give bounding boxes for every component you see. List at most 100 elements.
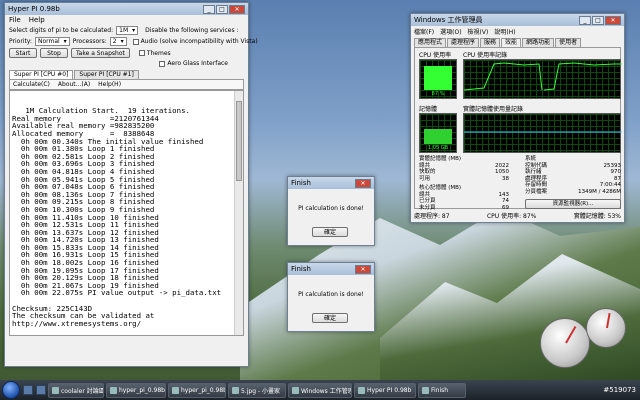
console-line: 0h 00m 22.075s PI value output -> pi_dat… <box>12 288 222 298</box>
taskmgr-tab[interactable]: 應用程式 <box>414 38 447 47</box>
taskmgr-tab[interactable]: 處理程序 <box>447 38 480 47</box>
gauge-needle <box>606 312 611 329</box>
taskmgr-titlebar[interactable]: Windows 工作管理員 _ □ ✕ <box>411 14 624 26</box>
menu-calculate[interactable]: Calculate(C) <box>13 81 50 88</box>
audio-option[interactable]: Audio (solve incompatibility with Vista) <box>132 38 258 45</box>
digits-value: 1M <box>119 26 129 34</box>
status-cpu: CPU 使用率: 87% <box>486 213 537 220</box>
minimize-button[interactable]: _ <box>203 4 215 14</box>
taskbar-button[interactable]: Finish <box>418 382 466 398</box>
processors-label: Processors: <box>72 38 107 45</box>
close-button[interactable]: ✕ <box>355 264 371 274</box>
priority-label: Priority: <box>9 38 32 45</box>
cpu-history-lines <box>463 62 622 91</box>
menu-about[interactable]: About...(A) <box>58 81 90 88</box>
cpu-meter-gadget[interactable] <box>540 318 590 368</box>
taskmgr-tab[interactable]: 使用者 <box>555 38 582 47</box>
performance-panel: CPU 使用率 87 % CPU 使用率記錄 記憶體 1.05 GB 實體記憶體… <box>414 47 622 211</box>
tab-cpu1[interactable]: Super PI [CPU #1] <box>74 70 139 79</box>
menu-item[interactable]: 檢視(V) <box>468 27 489 36</box>
menu-item[interactable]: 選項(O) <box>440 27 461 36</box>
cpu-usage-label: CPU 使用率 <box>419 52 452 59</box>
close-button[interactable]: ✕ <box>229 4 245 14</box>
dialog-titlebar[interactable]: Finish ✕ <box>288 263 374 275</box>
snapshot-button[interactable]: Take a Snapshot <box>71 48 130 58</box>
console-scrollbar[interactable] <box>234 91 243 335</box>
taskbar-button-label: hyper_pi_0.98b <box>119 386 165 394</box>
dialog-message: PI calculation is done! <box>298 291 364 298</box>
taskmgr-window: Windows 工作管理員 _ □ ✕ 檔案(F) 選項(O) 檢視(V) 說明… <box>410 13 625 223</box>
taskbar-button[interactable]: hyper_pi_0.98b <box>168 382 226 398</box>
stop-button[interactable]: Stop <box>40 48 68 58</box>
taskbar-button[interactable]: Hyper PI 0.98b <box>354 382 416 398</box>
dialog-title: Finish <box>291 179 311 187</box>
gauge-needle <box>565 325 577 344</box>
close-button[interactable]: ✕ <box>605 15 621 25</box>
menu-file[interactable]: File <box>9 16 21 24</box>
themes-label: Themes <box>146 49 171 57</box>
cpu-usage-value: 87 % <box>431 91 445 97</box>
taskmgr-tabs: 應用程式 處理程序 服務 效能 網路功能 使用者 <box>411 37 624 47</box>
audio-checkbox[interactable] <box>132 38 139 45</box>
memory-value: 1.05 GB <box>427 145 449 151</box>
menu-help2[interactable]: Help(H) <box>98 81 121 88</box>
taskmgr-statusbar: 處理程序: 87 CPU 使用率: 87% 實體記憶體: 53% <box>414 211 621 220</box>
hyperpi-titlebar[interactable]: Hyper PI 0.98b _ □ ✕ <box>5 3 248 15</box>
taskbar-items: coolaler 討論區 hyper_pi_0.98b hyper_pi_0.98b… <box>48 382 466 398</box>
app-icon <box>422 386 429 394</box>
close-button[interactable]: ✕ <box>355 178 371 188</box>
start-button[interactable]: Start <box>9 48 37 58</box>
app-icon <box>292 386 299 394</box>
minimize-button[interactable]: _ <box>579 15 591 25</box>
taskmgr-tab[interactable]: 網路功能 <box>522 38 555 47</box>
taskbar: coolaler 討論區 hyper_pi_0.98b hyper_pi_0.98b… <box>0 380 640 400</box>
tab-cpu0[interactable]: Super PI [CPU #0] <box>9 70 74 79</box>
maximize-button[interactable]: □ <box>592 15 604 25</box>
ok-button[interactable]: 確定 <box>312 227 348 237</box>
status-memory: 實體記憶體: 53% <box>573 213 621 220</box>
resource-monitor-button[interactable]: 資源監視器(R)... <box>525 199 621 209</box>
window-controls: ✕ <box>355 264 371 274</box>
system-tray: #519073 <box>603 386 640 394</box>
memory-bar <box>424 129 452 144</box>
maximize-button[interactable]: □ <box>216 4 228 14</box>
audio-label: Audio (solve incompatibility with Vista) <box>140 38 258 45</box>
themes-option[interactable]: Themes <box>138 49 171 57</box>
taskmgr-tab[interactable]: 服務 <box>480 38 501 47</box>
processors-select[interactable]: 2 ▾ <box>109 37 127 46</box>
taskmgr-tab[interactable]: 效能 <box>501 38 522 47</box>
scrollbar-thumb[interactable] <box>236 101 242 181</box>
dialog-titlebar[interactable]: Finish ✕ <box>288 177 374 189</box>
app-icon <box>232 386 239 394</box>
hyperpi-window: Hyper PI 0.98b _ □ ✕ File Help Select di… <box>4 2 258 367</box>
priority-select[interactable]: Normal ▾ <box>34 37 70 46</box>
ok-button[interactable]: 確定 <box>312 313 348 323</box>
stat-label: 分頁檔案 <box>525 188 548 195</box>
menu-help[interactable]: Help <box>29 16 45 24</box>
taskbar-button-label: 5.jpg - 小畫家 <box>241 387 280 395</box>
themes-checkbox[interactable] <box>138 50 145 56</box>
menu-item[interactable]: 檔案(F) <box>414 27 434 36</box>
start-button[interactable] <box>2 381 20 399</box>
aero-checkbox[interactable] <box>159 60 166 67</box>
cpu-history-label: CPU 使用率記錄 <box>463 52 508 59</box>
quicklaunch-icon[interactable] <box>36 385 46 395</box>
taskbar-button[interactable]: coolaler 討論區 <box>48 382 104 398</box>
quicklaunch-icon[interactable] <box>23 385 33 395</box>
hyperpi-menubar: File Help <box>5 15 248 25</box>
output-console[interactable]: 1M Calculation Start. 19 iterations. Real… <box>9 90 244 336</box>
taskbar-button[interactable]: Windows 工作管理員 <box>288 382 352 398</box>
digits-select[interactable]: 1M ▾ <box>116 26 139 35</box>
physical-memory-rows: 總共 2022 快取的 1050 可用 38 <box>419 163 509 183</box>
app-icon <box>52 386 59 394</box>
taskbar-button[interactable]: hyper_pi_0.98b <box>106 382 166 398</box>
menu-item[interactable]: 說明(H) <box>494 27 515 36</box>
memory-meter-gadget[interactable] <box>586 308 626 348</box>
taskbar-button[interactable]: 5.jpg - 小畫家 <box>228 382 286 398</box>
system-rows: 控制代碼 25393 執行緒 970 處理程序 87 存留時間 7:00:44 分頁檔案 1349… <box>525 163 621 196</box>
window-controls: ✕ <box>355 178 371 188</box>
aero-option[interactable]: Aero Glass Interface <box>159 60 228 67</box>
system-stats: 系統 控制代碼 25393 執行緒 970 處理程序 87 存留時間 7:00:44 分頁檔案 1… <box>525 156 621 209</box>
cpu-usage-bar <box>424 66 452 90</box>
memory-history-graph <box>463 113 622 153</box>
